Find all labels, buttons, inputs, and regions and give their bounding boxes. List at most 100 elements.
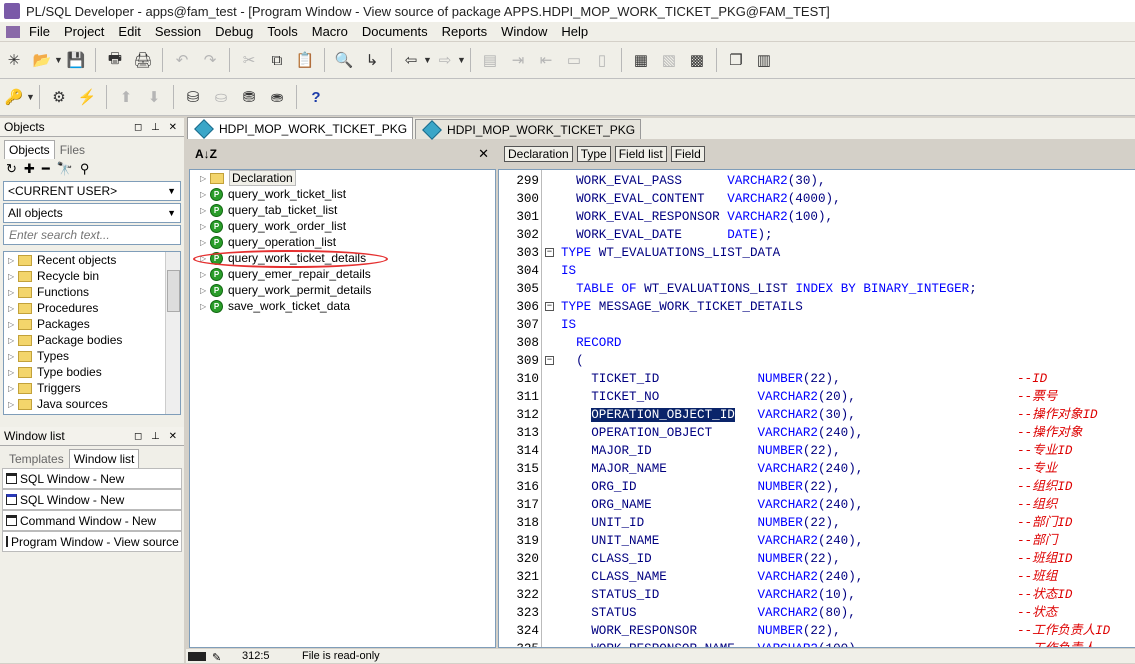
scrollbar-thumb[interactable] (167, 270, 180, 312)
cascade-windows-icon[interactable]: ❐ (725, 49, 747, 71)
copy-icon[interactable]: ⧉ (266, 49, 288, 71)
chevron-down-icon[interactable]: ▼ (167, 186, 176, 196)
editor-tab[interactable]: HDPI_MOP_WORK_TICKET_PKG (415, 119, 642, 140)
add-icon[interactable]: ✚ (24, 161, 35, 177)
code-line[interactable]: 323 STATUS VARCHAR2(80), --状态 (499, 604, 1135, 622)
folder-recent-objects[interactable]: ▷ Recent objects (4, 252, 180, 268)
window-list-item[interactable]: SQL Window - New (2, 468, 182, 489)
tile-windows-icon[interactable]: ▥ (753, 49, 775, 71)
type-button[interactable]: Type (576, 146, 611, 162)
window-list-item[interactable]: Program Window - View source of (2, 531, 182, 552)
expand-icon[interactable]: ▷ (8, 320, 18, 329)
forward-icon[interactable]: ⇨ (434, 49, 456, 71)
tree-item-declaration[interactable]: ▷ Declaration (190, 170, 495, 186)
tree-item-procedure[interactable]: ▷ Pquery_tab_ticket_list (190, 202, 495, 218)
logon-key-icon[interactable]: 🔑 (3, 86, 25, 108)
document-icon[interactable]: ▤ (479, 49, 501, 71)
code-line[interactable]: 318 UNIT_ID NUMBER(22), --部门ID (499, 514, 1135, 532)
menu-macro[interactable]: Macro (305, 24, 355, 39)
help-icon[interactable]: ? (305, 86, 327, 108)
tab-templates[interactable]: Templates (4, 449, 69, 468)
field-list-button[interactable]: Field list (614, 146, 667, 162)
code-line[interactable]: 303− TYPE WT_EVALUATIONS_LIST_DATA (499, 244, 1135, 262)
commit-icon[interactable]: ⬆ (115, 86, 137, 108)
object-filter-combo[interactable]: All objects ▼ (3, 203, 181, 223)
undo-icon[interactable]: ↶ (171, 49, 193, 71)
code-line[interactable]: 304 IS (499, 262, 1135, 280)
panel-controls-icon[interactable]: ◻ ⊥ ✕ (134, 431, 180, 442)
code-editor[interactable]: 299 WORK_EVAL_PASS VARCHAR2(30), 300 WORK… (498, 169, 1135, 648)
redo-icon[interactable]: ↷ (199, 49, 221, 71)
goto-icon[interactable]: ↳ (361, 49, 383, 71)
code-line[interactable]: 311 TICKET_NO VARCHAR2(20), --票号 (499, 388, 1135, 406)
code-line[interactable]: 315 MAJOR_NAME VARCHAR2(240), --专业 (499, 460, 1135, 478)
tab-files[interactable]: Files (54, 140, 91, 159)
code-line[interactable]: 317 ORG_NAME VARCHAR2(240), --组织 (499, 496, 1135, 514)
code-line[interactable]: 305 TABLE OF WT_EVALUATIONS_LIST INDEX B… (499, 280, 1135, 298)
code-line[interactable]: 321 CLASS_NAME VARCHAR2(240), --班组 (499, 568, 1135, 586)
code-line[interactable]: 306− TYPE MESSAGE_WORK_TICKET_DETAILS (499, 298, 1135, 316)
window-list-item[interactable]: Command Window - New (2, 510, 182, 531)
unindent-icon[interactable]: ⇤ (535, 49, 557, 71)
code-line[interactable]: 325 WORK_RESPONSOR_NAME VARCHAR2(100), --… (499, 640, 1135, 647)
expand-icon[interactable]: ▷ (8, 336, 18, 345)
code-line[interactable]: 302 WORK_EVAL_DATE DATE); (499, 226, 1135, 244)
folder-type-bodies[interactable]: ▷ Type bodies (4, 364, 180, 380)
tree-item-procedure[interactable]: ▷ Pquery_operation_list (190, 234, 495, 250)
editor-tab[interactable]: HDPI_MOP_WORK_TICKET_PKG (187, 117, 414, 139)
expand-icon[interactable]: ▷ (8, 400, 18, 409)
expand-icon[interactable]: ▷ (8, 352, 18, 361)
logon-dropdown-icon[interactable]: ▼ (26, 92, 35, 102)
declaration-button[interactable]: Declaration (504, 146, 573, 162)
find-object-icon[interactable]: 🔭 (57, 161, 73, 177)
folder-package-bodies[interactable]: ▷ Package bodies (4, 332, 180, 348)
object-search-input[interactable] (7, 227, 180, 243)
tree-item-procedure[interactable]: ▷ Pquery_work_order_list (190, 218, 495, 234)
tree-item-procedure[interactable]: ▷ Pquery_work_ticket_list (190, 186, 495, 202)
open-dropdown-icon[interactable]: ▼ (54, 55, 63, 65)
comment-icon[interactable]: ▭ (563, 49, 585, 71)
code-line[interactable]: 319 UNIT_NAME VARCHAR2(240), --部门 (499, 532, 1135, 550)
expand-icon[interactable]: ▷ (200, 206, 210, 215)
expand-icon[interactable]: ▷ (200, 174, 210, 183)
code-line[interactable]: 316 ORG_ID NUMBER(22), --组织ID (499, 478, 1135, 496)
print-icon[interactable]: 🖶 (104, 49, 126, 71)
expand-icon[interactable]: ▷ (8, 256, 18, 265)
window-list-item[interactable]: SQL Window - New (2, 489, 182, 510)
expand-icon[interactable]: ▷ (200, 190, 210, 199)
uncomment-icon[interactable]: ▯ (591, 49, 613, 71)
database-export-icon[interactable]: ⛃ (238, 86, 260, 108)
code-line[interactable]: 313 OPERATION_OBJECT VARCHAR2(240), --操作对… (499, 424, 1135, 442)
expand-icon[interactable]: ▷ (200, 254, 210, 263)
cut-icon[interactable]: ✂ (238, 49, 260, 71)
remove-icon[interactable]: ━ (42, 161, 50, 177)
menu-window[interactable]: Window (494, 24, 554, 39)
menu-session[interactable]: Session (148, 24, 208, 39)
tree-item-procedure[interactable]: ▷ Pquery_work_permit_details (190, 282, 495, 298)
expand-icon[interactable]: ▷ (8, 368, 18, 377)
code-line[interactable]: 308 RECORD (499, 334, 1135, 352)
execute-gear-icon[interactable]: ⚙ (48, 86, 70, 108)
fold-toggle-icon[interactable]: − (545, 356, 554, 365)
menu-edit[interactable]: Edit (111, 24, 147, 39)
rollback-icon[interactable]: ⬇ (143, 86, 165, 108)
menu-help[interactable]: Help (554, 24, 595, 39)
menu-documents[interactable]: Documents (355, 24, 435, 39)
expand-icon[interactable]: ▷ (8, 384, 18, 393)
object-search-field[interactable] (3, 225, 181, 245)
menu-file[interactable]: File (22, 24, 57, 39)
folder-packages[interactable]: ▷ Packages (4, 316, 180, 332)
user-combo[interactable]: <CURRENT USER> ▼ (3, 181, 181, 201)
fold-toggle-icon[interactable]: − (545, 248, 554, 257)
database-icon[interactable]: ⛁ (182, 86, 204, 108)
menu-tools[interactable]: Tools (260, 24, 304, 39)
menu-debug[interactable]: Debug (208, 24, 260, 39)
code-line[interactable]: 322 STATUS_ID VARCHAR2(10), --状态ID (499, 586, 1135, 604)
open-icon[interactable]: 📂 (31, 49, 53, 71)
folder-types[interactable]: ▷ Types (4, 348, 180, 364)
code-line[interactable]: 314 MAJOR_ID NUMBER(22), --专业ID (499, 442, 1135, 460)
expand-icon[interactable]: ▷ (200, 302, 210, 311)
execute-icon[interactable]: ▦ (630, 49, 652, 71)
sort-alphabetical-icon[interactable]: A↓Z (195, 147, 217, 161)
field-button[interactable]: Field (670, 146, 705, 162)
